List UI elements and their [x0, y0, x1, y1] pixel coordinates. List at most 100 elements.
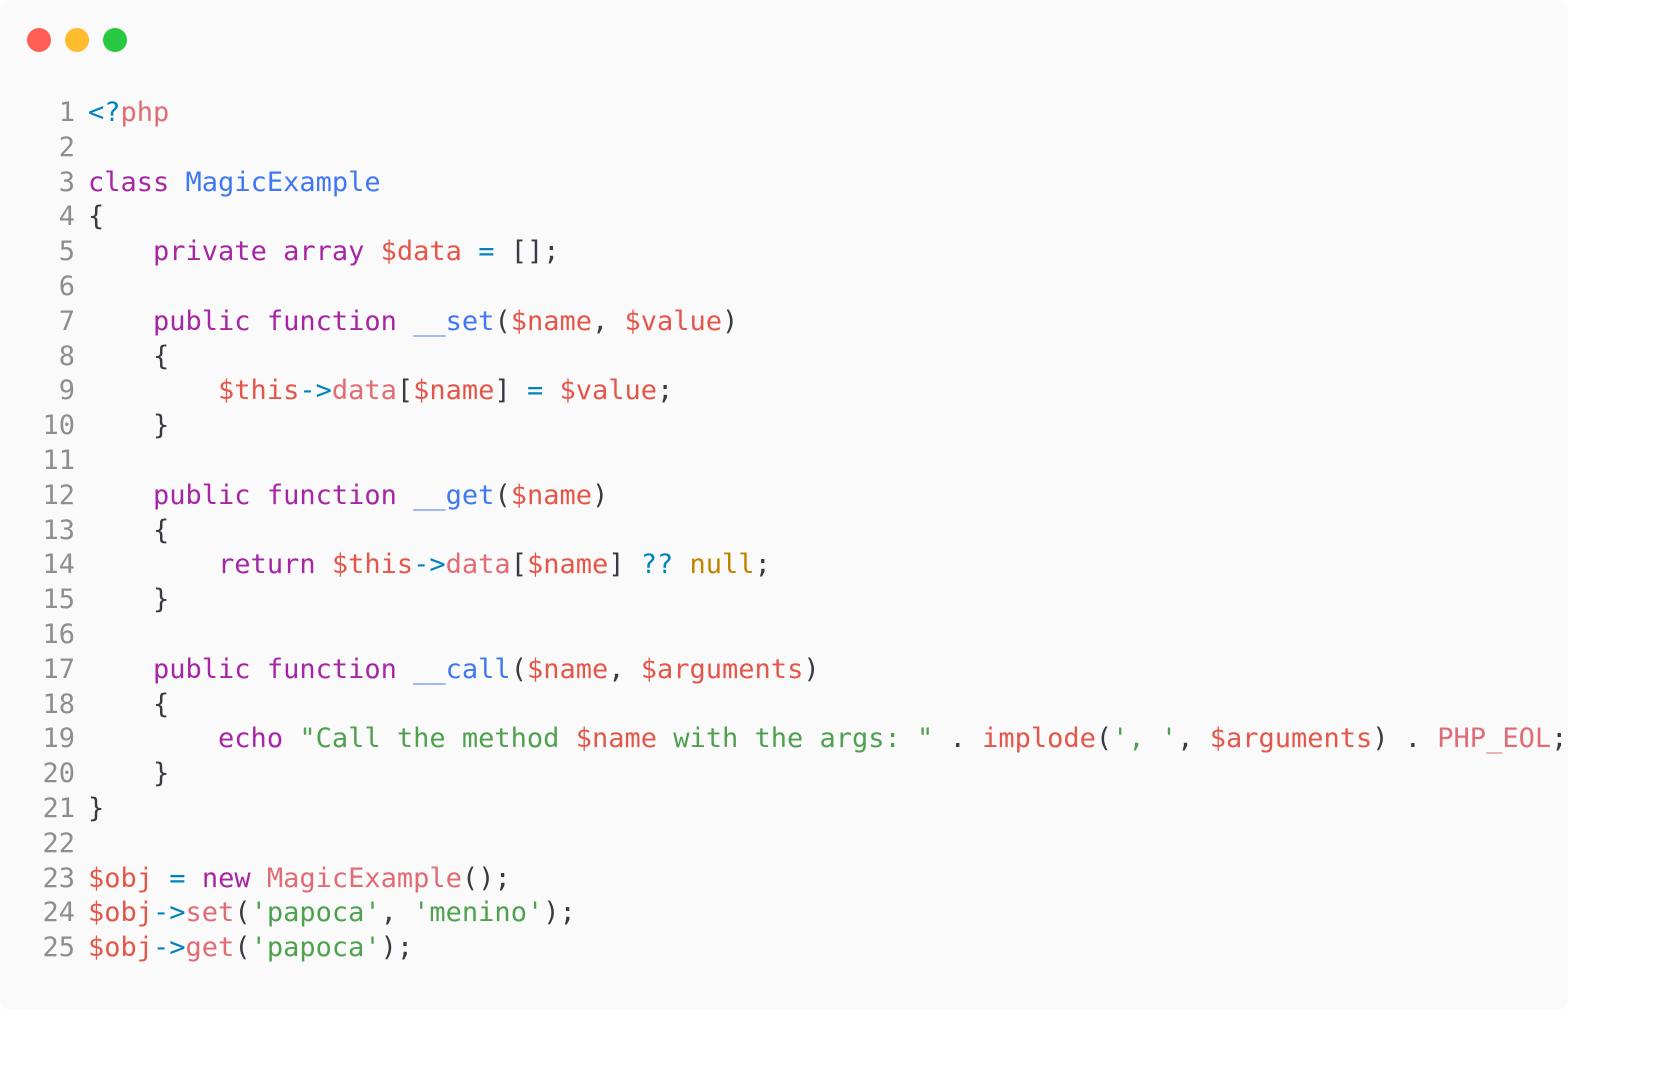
- minimize-button[interactable]: [65, 28, 89, 52]
- line-source: [75, 444, 88, 479]
- code-token-string: with the args: ": [656, 723, 934, 755]
- code-token-variable: $this: [218, 375, 300, 407]
- line-source: }: [75, 409, 169, 444]
- line-source: }: [75, 757, 169, 792]
- code-token-variable: $data: [380, 236, 462, 268]
- line-source: $obj->get('papoca');: [75, 931, 413, 966]
- line-number: 5: [58, 236, 75, 268]
- code-token-variable: $name: [413, 375, 495, 407]
- code-token-variable: $this: [331, 549, 414, 581]
- line-number: 6: [58, 270, 75, 302]
- code-token-plain: .: [933, 723, 983, 755]
- code-token-tag: php: [120, 97, 170, 128]
- code-token-plain: (: [494, 479, 511, 511]
- line-source: }: [75, 792, 104, 827]
- code-line: 4{: [0, 200, 1567, 235]
- code-token-variable: $name: [526, 653, 609, 685]
- line-source: public function __call($name, $arguments…: [75, 653, 820, 688]
- line-source: [75, 827, 88, 862]
- code-token-plain: ;: [1551, 723, 1568, 755]
- code-token-plain: }: [88, 410, 170, 442]
- code-token-keyword: public: [153, 479, 251, 511]
- code-line: 12 public function __get($name): [0, 479, 1567, 514]
- code-token-function: __get: [413, 479, 495, 511]
- line-source: private array $data = [];: [75, 235, 559, 270]
- code-token-tag: data: [445, 549, 511, 581]
- line-number: 24: [42, 897, 75, 929]
- code-token-operator: ??: [640, 549, 674, 581]
- code-line: 24 $obj->set('papoca', 'menino');: [0, 896, 1567, 931]
- code-token-plain: ]: [608, 549, 641, 581]
- code-line: 10 }: [0, 409, 1567, 444]
- line-source: [75, 618, 88, 653]
- code-line: 19 echo "Call the method $name with the …: [0, 722, 1567, 757]
- code-token-plain: {: [88, 340, 170, 372]
- code-line: 15 }: [0, 583, 1567, 618]
- code-token-tag: PHP_EOL: [1437, 723, 1552, 755]
- code-token-plain: }: [88, 792, 105, 824]
- code-token-plain: ): [591, 479, 609, 511]
- code-token-variable: implode: [982, 723, 1096, 755]
- line-number: 20: [42, 758, 75, 790]
- line-number: 16: [42, 618, 75, 650]
- close-button[interactable]: [27, 28, 51, 52]
- code-token-string: ', ': [1112, 723, 1178, 755]
- line-source: {: [75, 200, 104, 235]
- code-token-keyword: function: [266, 305, 397, 337]
- code-line: 1 <?php: [0, 96, 1567, 131]
- line-source: $obj->set('papoca', 'menino');: [75, 896, 576, 931]
- code-token-function: MagicExample: [185, 166, 381, 198]
- code-token-variable: $name: [526, 549, 609, 581]
- code-token-variable: $value: [624, 305, 723, 337]
- code-token-keyword: private: [153, 236, 267, 268]
- code-token-keyword: return: [218, 549, 316, 581]
- code-token-variable: $obj: [88, 932, 154, 964]
- code-line: 2: [0, 131, 1567, 166]
- line-number: 3: [58, 166, 75, 198]
- code-token-constant: null: [689, 549, 755, 581]
- code-token-keyword: public: [153, 305, 251, 337]
- code-line: 7 public function __set($name, $value): [0, 305, 1567, 340]
- code-editor[interactable]: 1 <?php 2 3 class MagicExample 4{5 private ar…: [0, 96, 1567, 966]
- code-token-function: __call: [413, 653, 511, 685]
- code-token-keyword: class: [88, 166, 170, 198]
- code-token-keyword: function: [266, 653, 397, 685]
- line-number: 18: [42, 688, 75, 720]
- code-line: 11: [0, 444, 1567, 479]
- code-token-plain: ,: [1177, 723, 1210, 755]
- window-controls: [27, 28, 127, 52]
- line-source: $obj = new MagicExample();: [75, 862, 511, 897]
- code-line: 22: [0, 827, 1567, 862]
- code-token-plain: ,: [608, 653, 641, 685]
- code-token-plain: [];: [494, 236, 560, 268]
- line-number: 12: [42, 479, 75, 511]
- code-line: 25 $obj->get('papoca');: [0, 931, 1567, 966]
- code-token-operator: <?: [88, 97, 121, 128]
- line-number: 14: [42, 549, 75, 581]
- code-token-keyword: function: [266, 479, 397, 511]
- code-token-keyword: echo: [218, 723, 284, 755]
- maximize-button[interactable]: [103, 28, 127, 52]
- code-token-variable: $arguments: [640, 653, 804, 685]
- code-token-string: "Call the method: [299, 723, 576, 755]
- code-token-plain: {: [88, 201, 105, 233]
- line-number: 21: [42, 792, 75, 824]
- code-line: 23 $obj = new MagicExample();: [0, 862, 1567, 897]
- code-token-tag: MagicExample: [266, 862, 462, 894]
- code-token-plain: ();: [461, 862, 511, 894]
